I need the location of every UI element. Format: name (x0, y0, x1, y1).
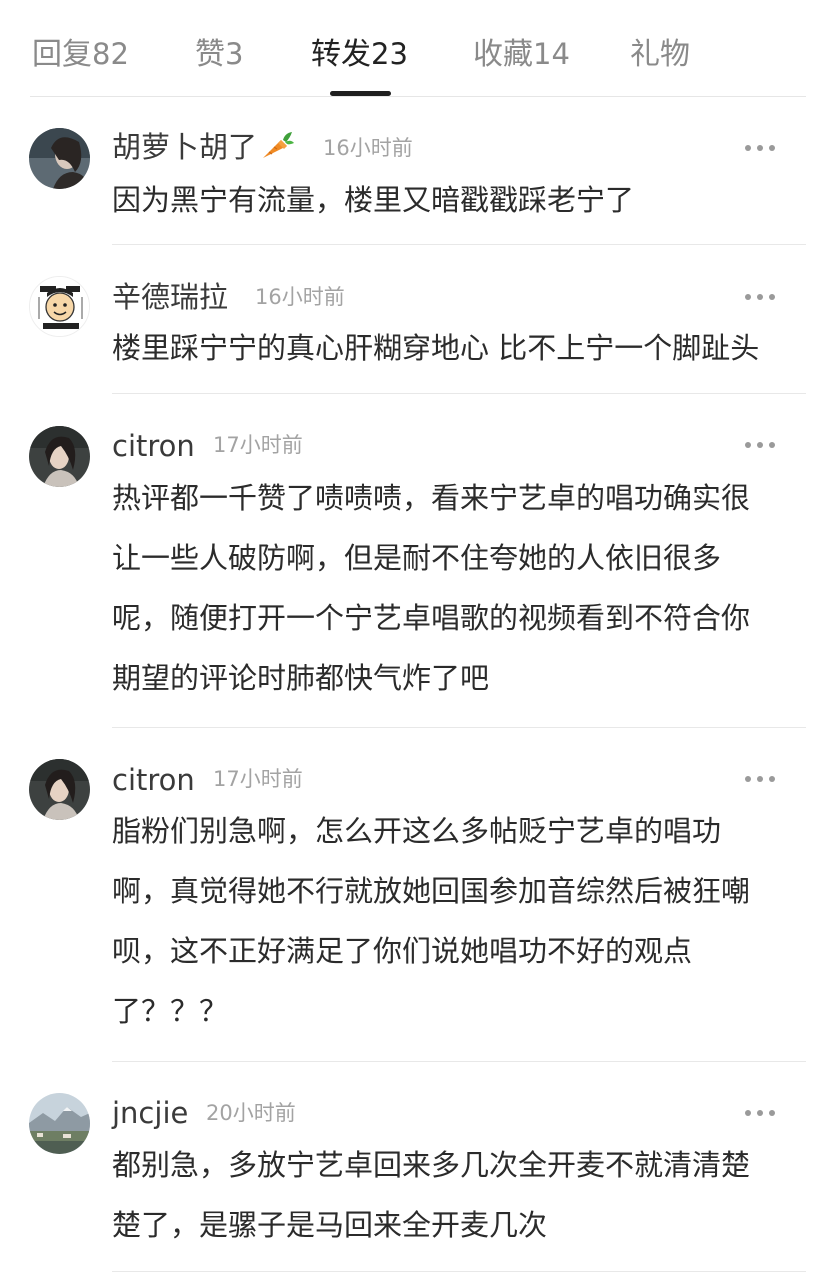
comment-text: 因为黑宁有流量，楼里又暗戳戳踩老宁了 (112, 170, 802, 230)
tab-label: 收藏 (473, 37, 533, 72)
tab-count: 3 (225, 37, 244, 71)
comment-time: 16小时前 (255, 285, 345, 309)
tab-label: 礼物 (630, 37, 690, 72)
comment-line: 了？？？ (112, 994, 229, 1028)
divider (112, 393, 806, 394)
comment-line: 楚了，是骡子是马回来全开麦几次 (112, 1208, 548, 1242)
tab-count: 82 (92, 37, 129, 71)
comment-line: 让一些人破防啊，但是耐不住夸她的人依旧很多 (112, 541, 722, 575)
comment-line: 啊，真觉得她不行就放她回国参加音综然后被狂嘲 (112, 874, 751, 908)
comment-line: 楼里踩宁宁的真心肝糊穿地心 比不上宁一个脚趾头 (112, 331, 760, 365)
comment-line: 热评都一千赞了啧啧啧，看来宁艺卓的唱功确实很 (112, 481, 751, 515)
avatar[interactable] (29, 276, 90, 337)
more-options-icon[interactable] (742, 287, 778, 307)
more-options-icon[interactable] (742, 769, 778, 789)
comment-time: 16小时前 (323, 136, 413, 160)
comment-text: 都别急，多放宁艺卓回来多几次全开麦不就清清楚 楚了，是骡子是马回来全开麦几次 (112, 1135, 802, 1255)
tab-label: 转发 (311, 37, 371, 72)
active-tab-indicator (330, 91, 391, 96)
tab-reposts[interactable]: 转发23 (311, 34, 408, 74)
tab-bar: 回复82 赞3 转发23 收藏14 礼物 (30, 0, 806, 97)
more-options-icon[interactable] (742, 138, 778, 158)
comment-time: 17小时前 (213, 433, 303, 457)
username[interactable]: jncjie (112, 1095, 188, 1131)
comment-line: 呗，这不正好满足了你们说她唱功不好的观点 (112, 934, 693, 968)
comment-time: 20小时前 (206, 1101, 296, 1125)
avatar[interactable] (29, 1093, 90, 1154)
more-options-icon[interactable] (742, 435, 778, 455)
username-text: 胡萝卜胡了 (112, 130, 258, 164)
comment-line: 因为黑宁有流量，楼里又暗戳戳踩老宁了 (112, 183, 635, 217)
username[interactable]: citron (112, 428, 195, 464)
comment-line: 呢，随便打开一个宁艺卓唱歌的视频看到不符合你 (112, 601, 751, 635)
avatar[interactable] (29, 128, 90, 189)
comment-time: 17小时前 (213, 767, 303, 791)
tab-favorites[interactable]: 收藏14 (473, 34, 570, 74)
divider (112, 1271, 806, 1272)
tab-label: 赞 (195, 37, 225, 72)
avatar[interactable] (29, 426, 90, 487)
comment-text: 脂粉们别急啊，怎么开这么多帖贬宁艺卓的唱功 啊，真觉得她不行就放她回国参加音综然… (112, 801, 802, 1041)
tab-likes[interactable]: 赞3 (195, 34, 243, 74)
comment-line: 脂粉们别急啊，怎么开这么多帖贬宁艺卓的唱功 (112, 814, 722, 848)
more-options-icon[interactable] (742, 1103, 778, 1123)
comment-page: 回复82 赞3 转发23 收藏14 礼物 胡萝卜胡了 16小时前 因为黑宁有流量… (0, 0, 836, 1280)
divider (112, 244, 806, 245)
tab-count: 23 (371, 37, 408, 71)
avatar[interactable] (29, 759, 90, 820)
comment-line: 期望的评论时肺都快气炸了吧 (112, 661, 490, 695)
username[interactable]: 胡萝卜胡了 (112, 129, 295, 168)
comment-line: 都别急，多放宁艺卓回来多几次全开麦不就清清楚 (112, 1148, 751, 1182)
divider (112, 727, 806, 728)
username[interactable]: citron (112, 762, 195, 798)
tab-label: 回复 (32, 37, 92, 72)
comment-text: 热评都一千赞了啧啧啧，看来宁艺卓的唱功确实很 让一些人破防啊，但是耐不住夸她的人… (112, 468, 802, 708)
carrot-icon (259, 130, 295, 168)
comment-text: 楼里踩宁宁的真心肝糊穿地心 比不上宁一个脚趾头 (112, 318, 802, 378)
tab-replies[interactable]: 回复82 (32, 34, 129, 74)
tab-gifts[interactable]: 礼物 (630, 34, 690, 74)
username[interactable]: 辛德瑞拉 (112, 279, 228, 315)
divider (112, 1061, 806, 1062)
tab-count: 14 (533, 37, 570, 71)
